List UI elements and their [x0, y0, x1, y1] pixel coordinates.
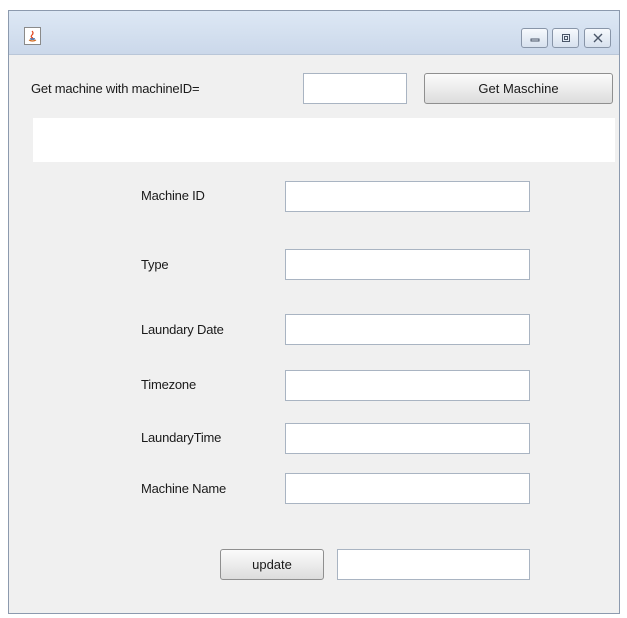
- title-bar[interactable]: [9, 11, 619, 55]
- maximize-button[interactable]: [552, 28, 579, 48]
- java-app-icon: [24, 27, 41, 45]
- minimize-icon: [530, 38, 540, 42]
- laundary-date-field[interactable]: [285, 314, 530, 345]
- app-window: Get machine with machineID= Get Maschine…: [8, 10, 620, 614]
- maximize-icon: [562, 34, 570, 42]
- machine-id-query-label: Get machine with machineID=: [31, 81, 200, 96]
- laundary-time-field[interactable]: [285, 423, 530, 454]
- type-field[interactable]: [285, 249, 530, 280]
- get-machine-button[interactable]: Get Maschine: [424, 73, 613, 104]
- timezone-field[interactable]: [285, 370, 530, 401]
- close-button[interactable]: [584, 28, 611, 48]
- laundary-time-label: LaundaryTime: [141, 430, 222, 445]
- machine-id-label: Machine ID: [141, 188, 205, 203]
- update-status-field[interactable]: [337, 549, 530, 580]
- machine-name-label: Machine Name: [141, 481, 227, 496]
- minimize-button[interactable]: [521, 28, 548, 48]
- close-icon: [593, 33, 603, 43]
- type-label: Type: [141, 257, 169, 272]
- timezone-label: Timezone: [141, 377, 196, 392]
- laundary-date-label: Laundary Date: [141, 322, 224, 337]
- machine-id-field[interactable]: [285, 181, 530, 212]
- machine-name-field[interactable]: [285, 473, 530, 504]
- result-display: [33, 118, 615, 162]
- update-button[interactable]: update: [220, 549, 324, 580]
- machine-id-query-input[interactable]: [303, 73, 407, 104]
